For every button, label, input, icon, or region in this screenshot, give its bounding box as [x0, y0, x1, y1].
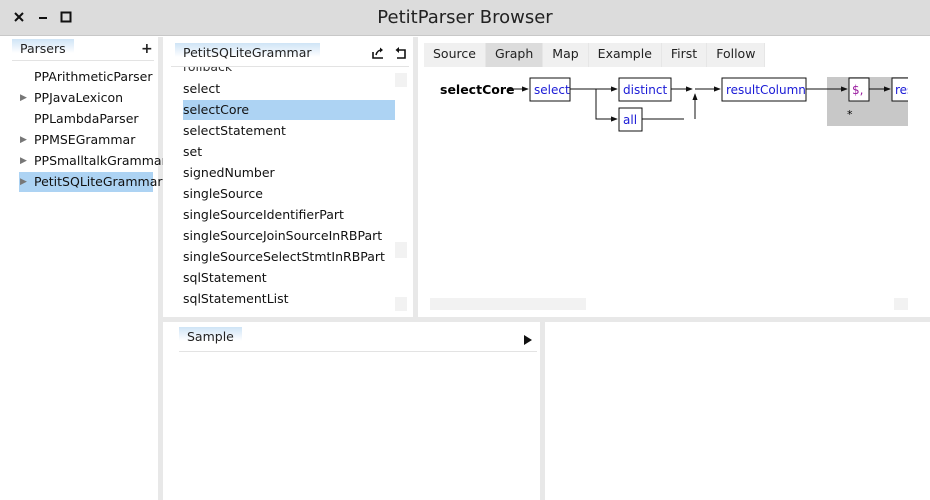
svg-text:select: select: [534, 83, 570, 97]
rule-item[interactable]: signedNumber: [183, 163, 275, 183]
parser-item[interactable]: PetitSQLiteGrammar: [19, 172, 163, 192]
parsers-tab-underline: [12, 60, 154, 61]
sample-tab-underline: [179, 351, 537, 352]
svg-text:res: res: [895, 83, 908, 97]
title-bar: PetitParser Browser: [0, 0, 930, 36]
view-tabs: Source Graph Map Example First Follow: [424, 43, 766, 67]
expand-icon[interactable]: ▶: [20, 130, 30, 150]
back-icon[interactable]: [394, 46, 408, 60]
rule-item[interactable]: singleSourceSelectStmtInRBPart: [183, 247, 385, 267]
rule-item[interactable]: sqlStatementList: [183, 289, 289, 309]
sample-panel: Sample: [163, 322, 540, 500]
svg-text:distinct: distinct: [623, 83, 667, 97]
tab-first[interactable]: First: [661, 43, 708, 67]
rule-item[interactable]: sqlStatement: [183, 268, 267, 288]
svg-text:$,: $,: [852, 83, 863, 97]
rule-item[interactable]: singleSourceJoinSourceInRBPart: [183, 226, 382, 246]
parser-item[interactable]: PPLambdaParser: [34, 109, 139, 129]
browse-icon[interactable]: [371, 46, 385, 60]
node-comma[interactable]: $,: [848, 77, 870, 102]
edge: [569, 88, 618, 122]
play-icon[interactable]: [523, 334, 533, 346]
rules-list-viewport: rollback selectselectCoreselectStatement…: [171, 67, 395, 313]
graph-hscrollbar-thumb[interactable]: [430, 298, 586, 310]
scrollbar-up[interactable]: [395, 73, 407, 87]
parser-item[interactable]: PPArithmeticParser: [34, 67, 153, 87]
rule-graph: * selectCore select distinct all resultC…: [440, 77, 908, 132]
graph-scroll-corner: [894, 298, 908, 310]
rule-item[interactable]: selectCore: [183, 100, 395, 120]
expand-icon[interactable]: ▶: [20, 172, 30, 192]
result-panel: [545, 322, 930, 500]
rule-item[interactable]: select: [183, 79, 220, 99]
svg-text:all: all: [623, 113, 637, 127]
parser-item[interactable]: PPMSEGrammar: [34, 130, 135, 150]
scrollbar-thumb[interactable]: [395, 242, 407, 258]
expand-icon[interactable]: ▶: [20, 151, 30, 171]
tab-source[interactable]: Source: [424, 43, 486, 67]
tab-follow[interactable]: Follow: [707, 43, 766, 67]
window-title: PetitParser Browser: [377, 7, 553, 28]
rule-item[interactable]: singleSourceIdentifierPart: [183, 205, 344, 225]
grammar-tab[interactable]: PetitSQLiteGrammar: [175, 43, 320, 63]
expand-icon[interactable]: ▶: [20, 88, 30, 108]
tab-map[interactable]: Map: [543, 43, 589, 67]
node-select[interactable]: select: [529, 77, 571, 102]
parser-item[interactable]: PPSmalltalkGrammar: [34, 151, 167, 171]
node-result-column-cut[interactable]: res: [891, 77, 908, 102]
list-item[interactable]: rollback: [183, 67, 232, 77]
rule-item[interactable]: set: [183, 142, 202, 162]
node-distinct[interactable]: distinct: [618, 77, 672, 102]
sample-tab[interactable]: Sample: [179, 327, 242, 347]
parsers-panel: Parsers + PPArithmeticParser ▶ PPJavaLexic…: [0, 37, 167, 500]
parsers-tab[interactable]: Parsers: [12, 39, 74, 59]
rule-item[interactable]: singleSource: [183, 184, 263, 204]
node-all[interactable]: all: [618, 107, 643, 132]
parser-item[interactable]: PPJavaLexicon: [34, 88, 123, 108]
add-parser-button[interactable]: +: [141, 39, 153, 59]
node-result-column[interactable]: resultColumn: [721, 77, 807, 102]
rules-panel: PetitSQLiteGrammar rollback selectselect…: [163, 37, 413, 317]
tab-example[interactable]: Example: [588, 43, 662, 67]
sample-input[interactable]: [179, 354, 537, 494]
scrollbar-down[interactable]: [395, 297, 407, 311]
rule-item[interactable]: selectStatement: [183, 121, 286, 141]
graph-rule-name: selectCore: [440, 82, 514, 97]
tab-graph[interactable]: Graph: [485, 43, 544, 67]
svg-text:resultColumn: resultColumn: [726, 83, 806, 97]
repeat-marker: *: [847, 108, 853, 121]
